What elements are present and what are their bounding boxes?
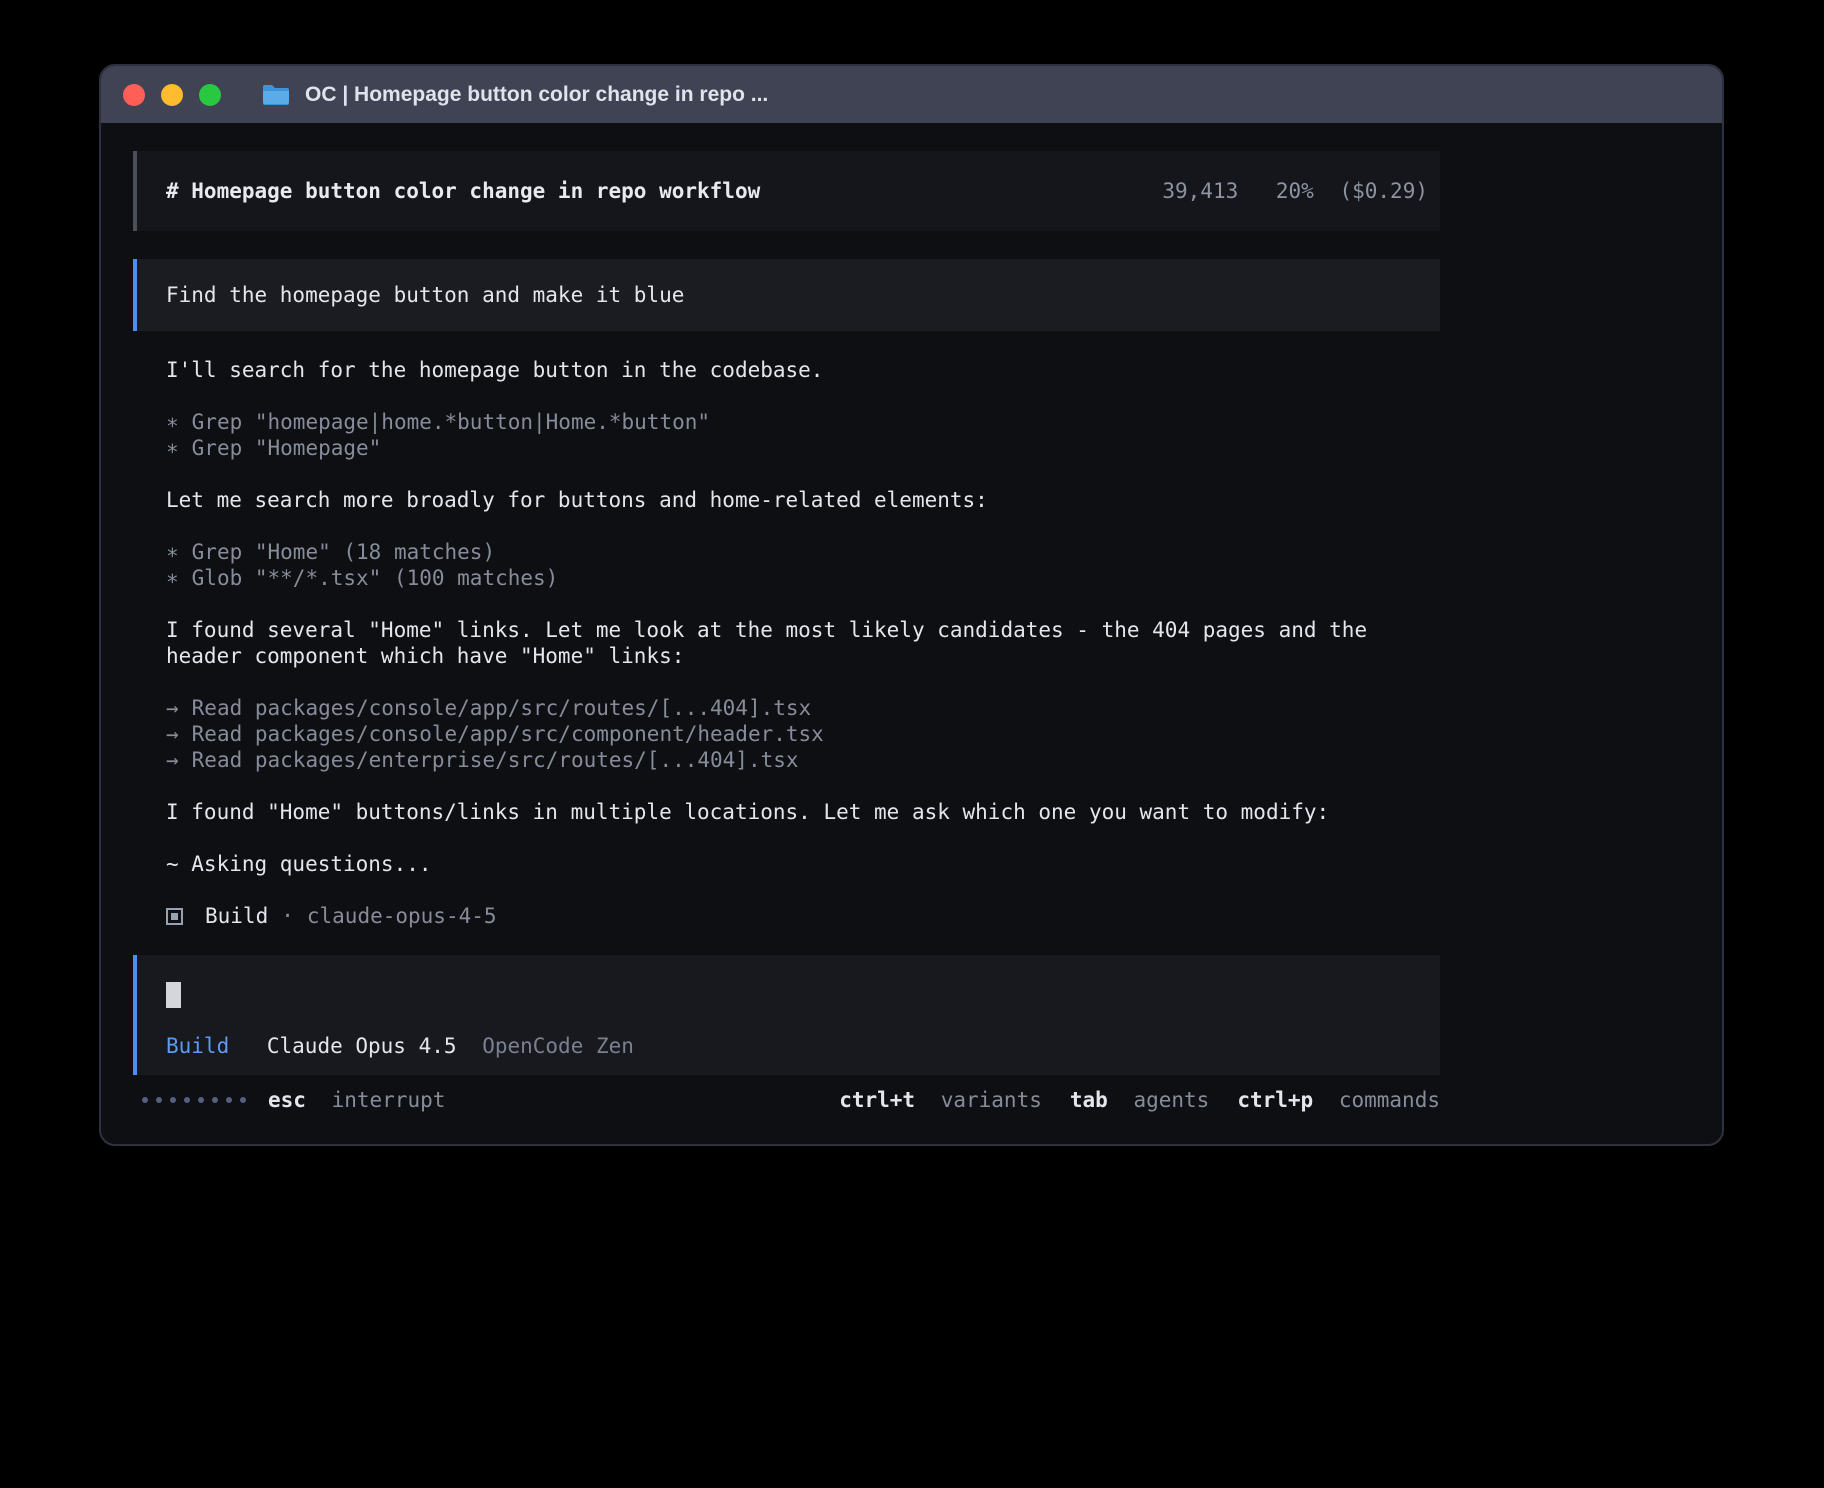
agent-name: Build <box>205 903 268 929</box>
spinner-dot <box>142 1097 148 1103</box>
agent-status-line: Build · claude-opus-4-5 <box>166 903 1440 929</box>
file-read-text: Read packages/console/app/src/routes/[..… <box>192 696 812 720</box>
window-title: OC | Homepage button color change in rep… <box>305 83 768 107</box>
esc-label: interrupt <box>332 1088 446 1112</box>
tool-call-text: Grep "Home" (18 matches) <box>192 540 495 564</box>
session-cost: ($0.29) <box>1339 179 1428 203</box>
tool-call-grep: ∗ Grep "Homepage" <box>166 435 1440 461</box>
asterisk-icon: ∗ <box>166 540 179 564</box>
arrow-right-icon: → <box>166 696 179 720</box>
session-stats: 39,413 20% ($0.29) <box>1162 178 1428 204</box>
user-message-text: Find the homepage button and make it blu… <box>166 282 684 308</box>
folder-icon <box>261 83 291 107</box>
assistant-message: I found several "Home" links. Let me loo… <box>166 617 1440 669</box>
agent-square-icon <box>166 908 183 925</box>
minimize-button[interactable] <box>161 84 183 106</box>
close-button[interactable] <box>123 84 145 106</box>
tool-call-group: ∗ Grep "Home" (18 matches) ∗ Glob "**/*.ts… <box>166 539 1440 591</box>
shortcut-interrupt: esc interrupt <box>268 1087 445 1113</box>
session-title: # Homepage button color change in repo w… <box>166 178 760 204</box>
shortcut-variants: ctrl+t variants <box>839 1087 1042 1113</box>
text-cursor <box>166 982 181 1008</box>
spinner-dot <box>226 1097 232 1103</box>
shortcut-key: ctrl+p <box>1237 1088 1313 1112</box>
spinner-dot <box>170 1097 176 1103</box>
shortcut-commands: ctrl+p commands <box>1237 1087 1440 1113</box>
terminal-window: OC | Homepage button color change in rep… <box>99 64 1724 1146</box>
token-count: 39,413 <box>1162 179 1238 203</box>
status-bar: esc interrupt ctrl+t variants tab agents… <box>133 1087 1440 1113</box>
tool-call-group: ∗ Grep "homepage|home.*button|Home.*butto… <box>166 409 1440 461</box>
session-header: # Homepage button color change in repo w… <box>133 151 1440 231</box>
zoom-button[interactable] <box>199 84 221 106</box>
prompt-model[interactable]: Claude Opus 4.5 <box>267 1034 457 1058</box>
spinner-dot <box>156 1097 162 1103</box>
tool-call-text: Glob "**/*.tsx" (100 matches) <box>192 566 559 590</box>
spinner-dot <box>240 1097 246 1103</box>
agent-model: claude-opus-4-5 <box>307 903 497 929</box>
file-read-text: Read packages/enterprise/src/routes/[...… <box>192 748 799 772</box>
shortcut-label: commands <box>1339 1088 1440 1112</box>
shortcut-agents: tab agents <box>1070 1087 1209 1113</box>
spinner-dot <box>198 1097 204 1103</box>
prompt-mode[interactable]: Build <box>166 1034 229 1058</box>
prompt-meta: Build Claude Opus 4.5 OpenCode Zen <box>166 1033 1440 1059</box>
file-read-group: → Read packages/console/app/src/routes/[.… <box>166 695 1440 773</box>
spinner-dot <box>184 1097 190 1103</box>
tool-call-grep: ∗ Grep "Home" (18 matches) <box>166 539 1440 565</box>
user-message: Find the homepage button and make it blu… <box>133 259 1440 331</box>
shortcut-label: variants <box>941 1088 1042 1112</box>
tool-call-text: Grep "homepage|home.*button|Home.*button… <box>192 410 710 434</box>
tool-call-glob: ∗ Glob "**/*.tsx" (100 matches) <box>166 565 1440 591</box>
titlebar: OC | Homepage button color change in rep… <box>101 66 1722 123</box>
file-read-line: → Read packages/console/app/src/component… <box>166 721 1440 747</box>
transcript: I'll search for the homepage button in t… <box>166 357 1440 929</box>
shortcut-key: ctrl+t <box>839 1088 915 1112</box>
separator-dot: · <box>281 903 294 929</box>
asterisk-icon: ∗ <box>166 566 179 590</box>
activity-spinner <box>142 1097 246 1103</box>
assistant-message: I found "Home" buttons/links in multiple… <box>166 799 1440 825</box>
shortcut-key: tab <box>1070 1088 1108 1112</box>
esc-key: esc <box>268 1088 306 1112</box>
file-read-text: Read packages/console/app/src/component/… <box>192 722 824 746</box>
status-asking-questions: ~ Asking questions... <box>166 851 1440 877</box>
title-group: OC | Homepage button color change in rep… <box>261 83 768 107</box>
asterisk-icon: ∗ <box>166 436 179 460</box>
assistant-message: I'll search for the homepage button in t… <box>166 357 1440 383</box>
file-read-line: → Read packages/console/app/src/routes/[.… <box>166 695 1440 721</box>
prompt-input[interactable]: Build Claude Opus 4.5 OpenCode Zen <box>133 955 1440 1075</box>
asterisk-icon: ∗ <box>166 410 179 434</box>
arrow-right-icon: → <box>166 722 179 746</box>
file-read-line: → Read packages/enterprise/src/routes/[..… <box>166 747 1440 773</box>
tool-call-grep: ∗ Grep "homepage|home.*button|Home.*butto… <box>166 409 1440 435</box>
tool-call-text: Grep "Homepage" <box>192 436 382 460</box>
arrow-right-icon: → <box>166 748 179 772</box>
prompt-provider: OpenCode Zen <box>482 1034 634 1058</box>
shortcut-label: agents <box>1133 1088 1209 1112</box>
assistant-message: Let me search more broadly for buttons a… <box>166 487 1440 513</box>
terminal-content: # Homepage button color change in repo w… <box>101 151 1722 1113</box>
spinner-dot <box>212 1097 218 1103</box>
context-percent: 20% <box>1276 179 1314 203</box>
